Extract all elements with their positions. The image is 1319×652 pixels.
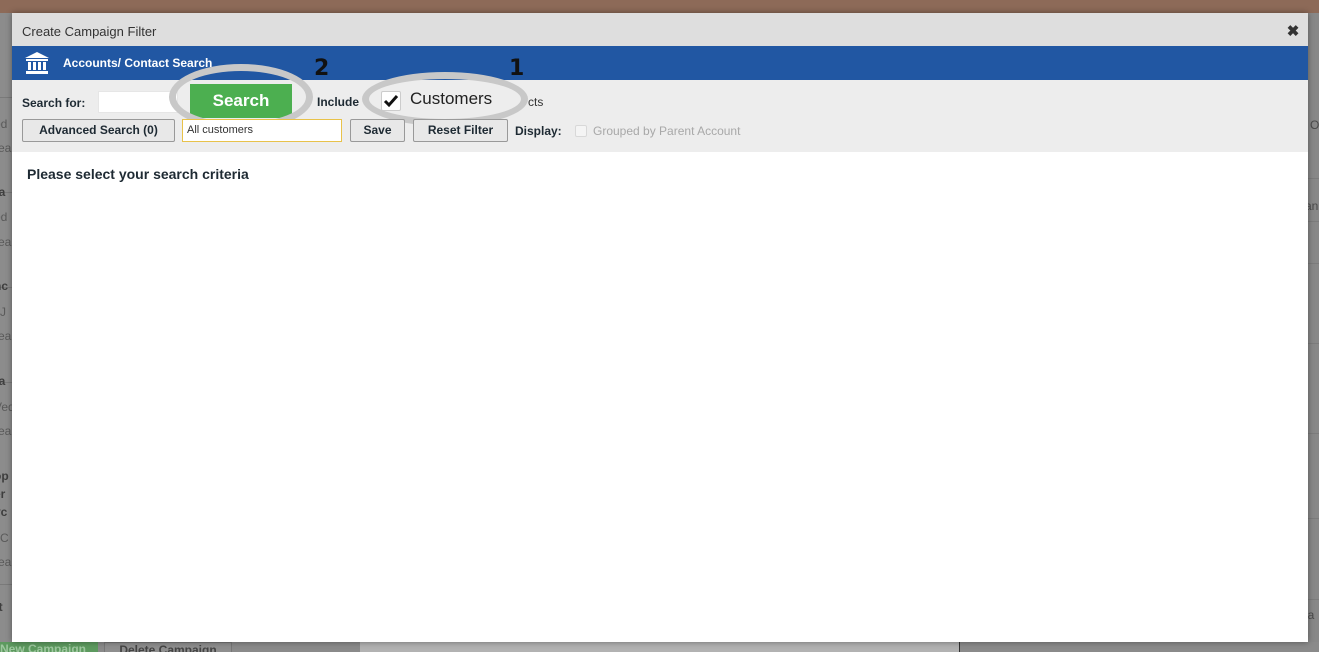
save-button[interactable]: Save	[350, 119, 405, 142]
bg-item-title: op	[0, 469, 9, 483]
search-toolbar: Search for: Search 2 Include Customers c…	[12, 56, 1308, 152]
background-left-list: ll od rea ra od rea nc i J rea ra Ved re…	[0, 13, 12, 652]
background-top-bar	[0, 0, 1319, 13]
results-area: Please select your search criteria	[12, 152, 1308, 642]
new-campaign-button: New Campaign	[0, 642, 98, 652]
bg-item-title: rt	[0, 600, 3, 614]
background-bottom-bar: New Campaign Delete Campaign	[0, 642, 1319, 652]
background-list-item	[0, 288, 12, 383]
grouped-by-parent-label[interactable]: Grouped by Parent Account	[593, 124, 740, 138]
customers-label[interactable]: Customers	[410, 89, 492, 109]
search-button[interactable]: Search	[190, 84, 292, 118]
search-input[interactable]	[98, 91, 178, 113]
bg-item-text: i C	[0, 531, 9, 545]
modal-titlebar: Create Campaign Filter ✖	[12, 13, 1308, 46]
divider	[1308, 343, 1319, 344]
background-right-panel: O an la	[1308, 13, 1319, 652]
bg-item-title: yc	[0, 505, 8, 519]
delete-campaign-button: Delete Campaign	[104, 642, 232, 652]
customers-checkbox[interactable]	[381, 91, 401, 111]
bg-right-text: O	[1310, 118, 1319, 132]
modal-title: Create Campaign Filter	[22, 24, 157, 39]
bg-right-text: la	[1308, 608, 1315, 622]
advanced-search-button[interactable]: Advanced Search (0)	[22, 119, 175, 142]
bank-icon	[25, 52, 49, 74]
search-for-label: Search for:	[22, 96, 86, 110]
divider	[1308, 263, 1319, 264]
filter-name-input[interactable]: All customers	[182, 119, 342, 142]
section-title: Accounts/ Contact Search	[63, 56, 213, 70]
divider	[1308, 433, 1319, 434]
annotation-number-2: 2	[314, 56, 330, 81]
bg-item-text: rea	[0, 555, 12, 569]
bg-item-title: er	[0, 487, 6, 501]
background-list-item	[0, 98, 12, 193]
checkmark-icon	[383, 95, 399, 108]
contacts-label[interactable]: cts	[528, 95, 543, 109]
background-list-item: ll	[0, 13, 12, 105]
empty-state-message: Please select your search criteria	[27, 166, 249, 182]
reset-filter-button[interactable]: Reset Filter	[413, 119, 508, 142]
section-header: Accounts/ Contact Search	[12, 46, 1308, 80]
background-panel	[360, 642, 960, 652]
divider	[1308, 221, 1319, 222]
create-campaign-filter-modal: Create Campaign Filter ✖ Accounts/ Conta…	[12, 13, 1308, 642]
divider	[1308, 599, 1319, 600]
bg-right-text: an	[1308, 199, 1319, 213]
display-label: Display:	[515, 124, 562, 138]
divider	[1308, 178, 1319, 179]
include-label: Include	[317, 95, 360, 109]
close-icon[interactable]: ✖	[1286, 24, 1300, 39]
background-list-item	[0, 193, 12, 288]
grouped-by-parent-checkbox[interactable]	[575, 125, 587, 137]
annotation-number-1: 1	[509, 56, 525, 81]
divider	[1308, 518, 1319, 519]
